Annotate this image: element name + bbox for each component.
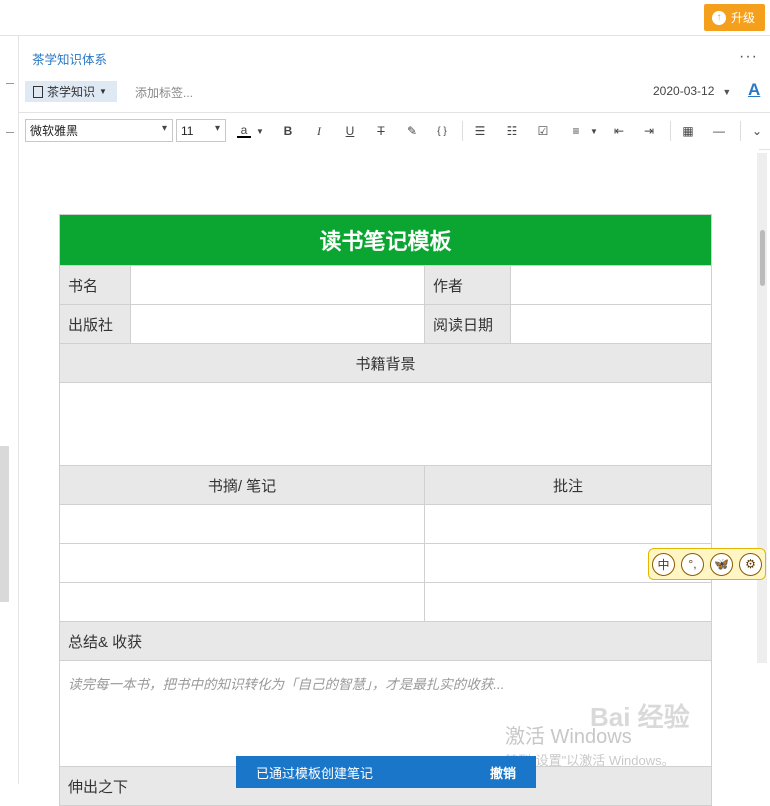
outdent-icon[interactable]: ⇤ <box>611 123 627 139</box>
excerpt-cell[interactable] <box>59 543 425 583</box>
summary-header[interactable]: 总结& 收获 <box>58 621 713 661</box>
left-scrollbar[interactable] <box>0 446 9 602</box>
note-date[interactable]: 2020-03-12 ▼ <box>653 84 731 98</box>
checkbox-icon[interactable]: ☑ <box>536 123 550 139</box>
upgrade-label: 升级 <box>730 11 755 25</box>
editor-scrollbar[interactable] <box>757 153 767 663</box>
ime-skin-icon[interactable]: 🦋 <box>710 552 733 576</box>
font-color-button[interactable]: a <box>235 123 253 139</box>
indent-icon[interactable]: ⇥ <box>641 123 657 139</box>
template-title[interactable]: 读书笔记模板 <box>58 214 713 266</box>
ime-toolbar[interactable]: 中 °, 🦋 ⚙ <box>648 548 766 580</box>
font-color-dropdown-icon[interactable]: ▼ <box>255 123 265 139</box>
comment-cell[interactable] <box>423 504 713 544</box>
collapse-tick <box>6 132 14 133</box>
text-format-button[interactable]: A <box>748 80 760 100</box>
reading-notes-table: 读书笔记模板 书名 作者 出版社 阅读日期 书籍背景 书摘/ 笔记 批注 总结&… <box>58 214 713 806</box>
italic-icon[interactable]: I <box>312 123 326 139</box>
bullet-list-icon[interactable]: ☰ <box>473 123 487 139</box>
table-icon[interactable]: ▦ <box>681 123 695 139</box>
note-date-value: 2020-03-12 <box>653 84 715 98</box>
toolbar-divider <box>740 121 741 141</box>
collapse-tick <box>6 83 14 84</box>
undo-button[interactable]: 撤销 <box>490 763 516 782</box>
more-options-button[interactable]: ··· <box>739 48 758 66</box>
expand-toolbar-icon[interactable]: ⌄ <box>750 123 764 139</box>
summary-hint[interactable]: 读完每一本书，把书中的知识转化为「自己的智慧」，才是最扎实的收获... <box>58 660 713 767</box>
align-dropdown-icon[interactable]: ▼ <box>589 123 599 139</box>
toolbar-divider <box>670 121 671 141</box>
bold-icon[interactable]: B <box>281 123 295 139</box>
ime-settings-icon[interactable]: ⚙ <box>739 552 762 576</box>
font-family-value: 微软雅黑 <box>30 124 79 138</box>
author-label[interactable]: 作者 <box>424 265 511 305</box>
tag-chip-label: 茶学知识 <box>47 85 96 99</box>
chevron-down-icon: ▾ <box>161 123 167 134</box>
chevron-down-icon: ▾ <box>214 123 220 134</box>
editor-toolbar: 微软雅黑 ▾ 11 ▾ a ▼ B I U T ✎ { } ☰ ☷ ☑ ≡ ▼ … <box>19 112 770 150</box>
add-tag-input[interactable]: 添加标签... <box>135 84 193 101</box>
upgrade-button[interactable]: ↑ 升级 <box>703 4 765 31</box>
toast-notification: 已通过模板创建笔记 撤销 <box>236 756 536 788</box>
horizontal-rule-icon[interactable]: — <box>712 123 726 139</box>
font-size-select[interactable]: 11 ▾ <box>176 119 226 142</box>
scrollbar-thumb[interactable] <box>760 230 765 286</box>
excerpt-cell[interactable] <box>59 504 425 544</box>
publisher-cell[interactable] <box>130 304 425 344</box>
strikethrough-icon[interactable]: T <box>374 123 388 139</box>
book-name-label[interactable]: 书名 <box>59 265 131 305</box>
background-header[interactable]: 书籍背景 <box>58 343 713 383</box>
numbered-list-icon[interactable]: ☷ <box>505 123 519 139</box>
font-size-value: 11 <box>181 123 194 138</box>
ime-punct-icon[interactable]: °, <box>681 552 704 576</box>
comment-header[interactable]: 批注 <box>423 465 713 505</box>
toolbar-divider <box>462 121 463 141</box>
upgrade-arrow-icon: ↑ <box>711 10 726 25</box>
underline-icon[interactable]: U <box>343 123 357 139</box>
notebook-link[interactable]: 茶学知识体系 <box>32 49 107 68</box>
align-icon[interactable]: ≡ <box>569 123 583 139</box>
toast-message: 已通过模板创建笔记 <box>256 765 374 781</box>
book-name-cell[interactable] <box>130 265 425 305</box>
publisher-label[interactable]: 出版社 <box>59 304 131 344</box>
font-color-bar <box>237 136 251 138</box>
background-cell[interactable] <box>58 382 713 466</box>
code-icon[interactable]: { } <box>434 123 450 139</box>
comment-cell[interactable] <box>423 582 713 622</box>
left-panel-edge <box>0 36 19 784</box>
excerpt-header[interactable]: 书摘/ 笔记 <box>59 465 425 505</box>
notebook-icon <box>33 85 43 98</box>
chevron-down-icon: ▼ <box>722 87 732 97</box>
read-date-cell[interactable] <box>509 304 713 344</box>
font-color-icon: a <box>240 123 248 137</box>
top-bar: ↑ 升级 <box>0 0 770 36</box>
read-date-label[interactable]: 阅读日期 <box>424 304 511 344</box>
excerpt-cell[interactable] <box>59 582 425 622</box>
notebook-tag-chip[interactable]: 茶学知识 ▼ <box>25 81 117 102</box>
author-cell[interactable] <box>509 265 713 305</box>
font-family-select[interactable]: 微软雅黑 ▾ <box>25 119 173 142</box>
ime-lang-icon[interactable]: 中 <box>652 552 675 576</box>
eraser-icon[interactable]: ✎ <box>405 123 419 139</box>
caret-down-icon: ▼ <box>99 87 107 96</box>
